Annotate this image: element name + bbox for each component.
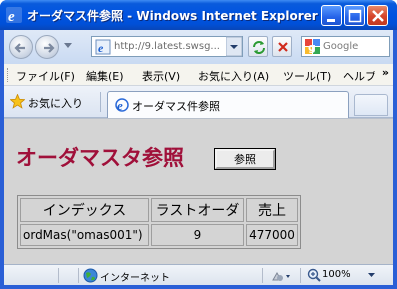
close-icon <box>372 10 384 22</box>
menu-help[interactable]: ヘルプ <box>343 68 375 84</box>
title-bar[interactable]: e オーダマス件参照 - Windows Internet Explorer <box>0 0 397 30</box>
column-header-index: インデックス <box>20 198 149 222</box>
search-placeholder: Google <box>323 41 359 52</box>
menu-favorites[interactable]: お気に入り(A) <box>198 68 269 84</box>
forward-arrow-icon <box>44 43 55 53</box>
browser-window: e オーダマス件参照 - Windows Internet Explorer e… <box>0 0 397 289</box>
address-url: http://9.latest.swsg... <box>114 41 220 52</box>
ie-page-icon: e <box>115 98 129 113</box>
stop-button[interactable] <box>272 36 292 57</box>
column-header-sales: 売上 <box>246 198 298 222</box>
back-button[interactable] <box>9 35 33 59</box>
svg-text:e: e <box>8 9 15 23</box>
refresh-icon <box>253 41 265 54</box>
window-title: オーダマス件参照 - Windows Internet Explorer <box>27 9 318 23</box>
security-zone-label: インターネット <box>100 273 170 284</box>
tab-label: オーダマス件参照 <box>132 100 220 113</box>
address-bar[interactable]: e http://9.latest.swsg... <box>91 36 243 57</box>
browser-client-area: e http://9.latest.swsg... g Google ファイル(… <box>4 30 393 285</box>
page-icon: e <box>95 39 111 55</box>
maximize-button[interactable] <box>344 5 365 26</box>
status-bar: インターネット 100% <box>4 264 393 285</box>
protected-mode-icon[interactable] <box>270 268 292 283</box>
star-icon <box>10 94 25 109</box>
divider <box>300 268 301 283</box>
address-toolbar: e http://9.latest.swsg... g Google <box>4 30 393 64</box>
menu-view[interactable]: 表示(V) <box>142 68 180 84</box>
stop-icon <box>278 42 288 52</box>
minimize-icon <box>327 19 335 22</box>
back-arrow-icon <box>14 43 25 53</box>
google-icon: g <box>305 39 320 54</box>
table-row: ordMas("omas001") 9 477000 <box>20 224 298 246</box>
close-button[interactable] <box>367 5 388 26</box>
favorites-label: お気に入り <box>28 97 83 110</box>
svg-text:e: e <box>117 98 123 113</box>
favorites-button[interactable]: お気に入り <box>8 92 88 112</box>
chevron-down-icon[interactable] <box>368 273 375 278</box>
column-header-last-order: ラストオーダ <box>151 198 244 222</box>
menu-file[interactable]: ファイル(F) <box>16 68 75 84</box>
reference-button[interactable]: 参照 <box>214 148 276 170</box>
minimize-button[interactable] <box>321 5 342 26</box>
history-dropdown-icon[interactable] <box>64 43 72 49</box>
result-table: インデックス ラストオーダ 売上 ordMas("omas001") 9 477… <box>17 195 301 249</box>
chevron-down-icon <box>225 36 243 57</box>
address-dropdown[interactable] <box>225 36 243 57</box>
ie-app-icon: e <box>6 7 22 23</box>
forward-button[interactable] <box>35 35 59 59</box>
page-title: オーダマスタ参照 <box>16 146 184 170</box>
divider <box>78 268 79 283</box>
divider <box>58 268 59 283</box>
menu-overflow-chevron[interactable]: » <box>382 66 389 79</box>
tab-active[interactable]: e オーダマス件参照 <box>107 91 349 118</box>
menu-grip[interactable] <box>7 68 10 82</box>
cell-last-order: 9 <box>151 224 244 246</box>
refresh-button[interactable] <box>248 36 268 57</box>
new-tab-button[interactable] <box>354 94 388 116</box>
page-content: オーダマスタ参照 参照 インデックス ラストオーダ 売上 ordMas("oma… <box>4 118 393 264</box>
menu-edit[interactable]: 編集(E) <box>86 68 124 84</box>
menu-bar: ファイル(F) 編集(E) 表示(V) お気に入り(A) ツール(T) ヘルプ … <box>4 64 393 86</box>
globe-icon <box>83 268 98 283</box>
svg-text:g: g <box>308 41 316 54</box>
search-input[interactable]: g Google <box>301 36 390 57</box>
table-header-row: インデックス ラストオーダ 売上 <box>20 198 298 222</box>
divider <box>262 268 263 283</box>
zoom-icon[interactable] <box>307 268 321 282</box>
zoom-level[interactable]: 100% <box>322 269 351 280</box>
svg-text:e: e <box>98 41 104 55</box>
menu-tools[interactable]: ツール(T) <box>283 68 331 84</box>
cell-index: ordMas("omas001") <box>20 224 149 246</box>
maximize-icon <box>348 9 362 23</box>
divider <box>100 92 101 112</box>
tab-bar: お気に入り e オーダマス件参照 <box>4 86 393 118</box>
cell-sales: 477000 <box>246 224 298 246</box>
